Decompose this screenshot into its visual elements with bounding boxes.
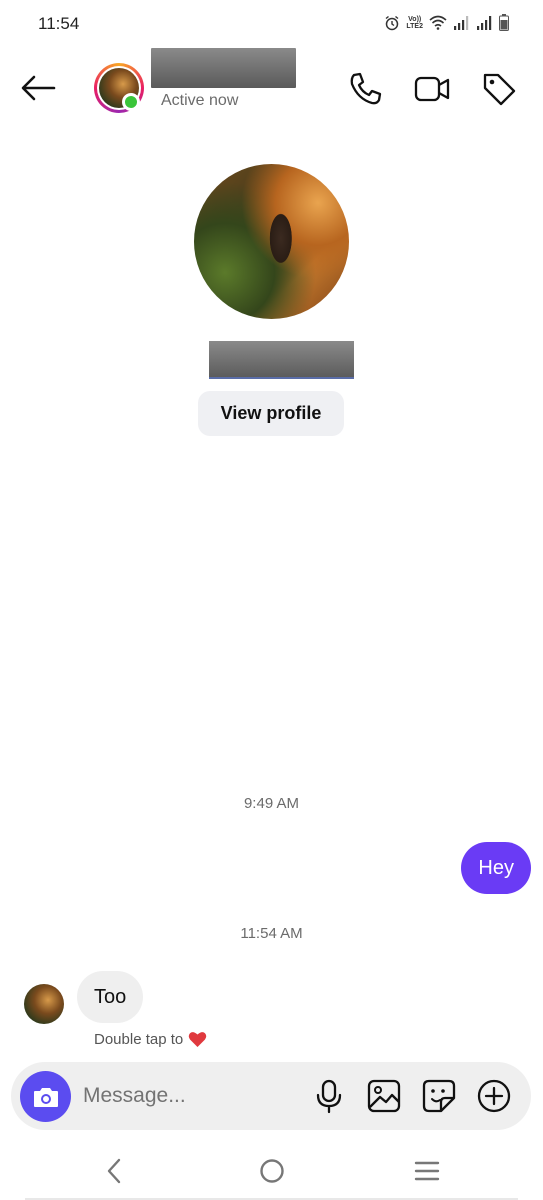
status-bar: 11:54 Vo)) LTE2 <box>0 0 543 48</box>
message-input[interactable] <box>83 1080 303 1112</box>
gallery-icon[interactable] <box>366 1078 402 1114</box>
phone-icon[interactable] <box>346 70 384 108</box>
outgoing-message[interactable]: Hey <box>461 842 531 894</box>
heart-icon <box>188 1032 207 1047</box>
message-timestamp: 9:49 AM <box>243 795 300 812</box>
volte-icon: Vo)) LTE2 <box>406 15 423 30</box>
system-nav-bar <box>0 1140 543 1200</box>
incoming-message[interactable]: Too <box>77 971 144 1023</box>
double-tap-hint: Double tap to <box>94 1031 207 1048</box>
active-status: Active now <box>161 92 239 109</box>
microphone-icon[interactable] <box>311 1078 347 1114</box>
view-profile-button[interactable]: View profile <box>198 391 344 436</box>
status-icons: Vo)) LTE2 <box>384 14 509 31</box>
message-timestamp: 11:54 AM <box>240 925 303 942</box>
sender-avatar[interactable] <box>24 984 64 1024</box>
wifi-icon <box>429 15 447 30</box>
camera-icon <box>33 1087 58 1107</box>
profile-name-redacted <box>209 341 354 379</box>
tag-icon[interactable] <box>480 70 518 108</box>
video-camera-icon[interactable] <box>413 70 451 108</box>
contact-name-redacted[interactable] <box>151 48 296 88</box>
nav-home-icon[interactable] <box>255 1154 289 1188</box>
plus-circle-icon[interactable] <box>476 1078 512 1114</box>
battery-icon <box>499 14 509 31</box>
alarm-icon <box>385 15 399 30</box>
signal-icon <box>454 16 469 30</box>
online-status-dot <box>122 93 140 111</box>
chat-header: Active now <box>0 48 543 130</box>
profile-photo[interactable] <box>194 164 349 319</box>
double-tap-label: Double tap to <box>94 1031 184 1048</box>
sticker-icon[interactable] <box>421 1078 457 1114</box>
message-composer <box>11 1062 531 1130</box>
nav-back-icon[interactable] <box>98 1154 132 1188</box>
status-time: 11:54 <box>38 14 80 33</box>
camera-button[interactable] <box>20 1071 71 1122</box>
signal-icon-2 <box>477 16 492 30</box>
nav-recents-icon[interactable] <box>410 1154 444 1188</box>
arrow-left-icon[interactable] <box>18 70 58 106</box>
